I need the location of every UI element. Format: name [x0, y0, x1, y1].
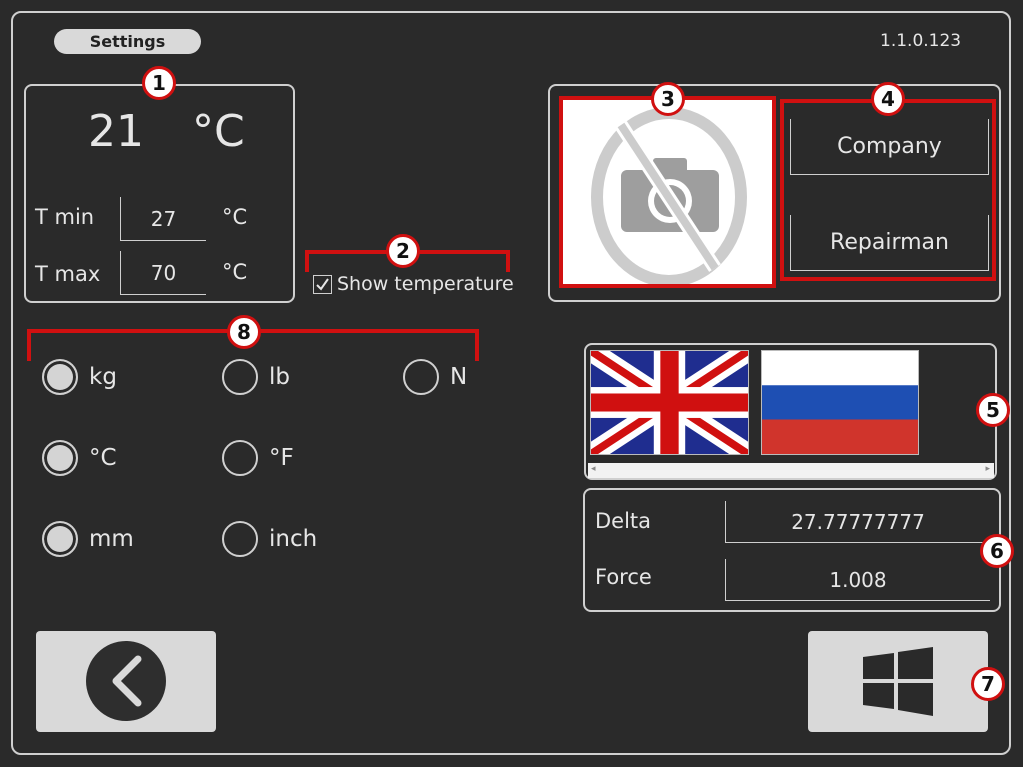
profile-photo[interactable] [559, 96, 776, 288]
tmin-label: T min [35, 205, 95, 229]
flag-russian[interactable] [761, 350, 919, 455]
radio-inch[interactable] [222, 521, 258, 557]
radio-fahrenheit-label: °F [269, 445, 294, 471]
radio-inch-label: inch [269, 526, 318, 552]
delta-value: 27.77777777 [791, 509, 925, 534]
show-temperature-label[interactable]: Show temperature [337, 273, 514, 295]
no-camera-icon [591, 107, 747, 287]
company-button[interactable]: Company [790, 119, 989, 175]
badge-6: 6 [980, 534, 1014, 568]
delta-input[interactable]: 27.77777777 [725, 501, 990, 543]
tmin-value: 27 [150, 206, 177, 231]
uk-flag-icon [591, 351, 748, 454]
badge-8: 8 [227, 315, 261, 349]
badge-2: 2 [386, 234, 420, 268]
force-label: Force [595, 565, 652, 589]
badge-4: 4 [871, 82, 905, 116]
windows-button[interactable] [808, 631, 988, 732]
radio-mm[interactable] [42, 521, 78, 557]
tab-settings[interactable]: Settings [54, 29, 201, 54]
badge-7: 7 [971, 667, 1005, 701]
checkmark-icon [316, 278, 329, 291]
force-value: 1.008 [829, 567, 887, 592]
tmax-label: T max [35, 262, 101, 286]
radio-fahrenheit[interactable] [222, 440, 258, 476]
radio-celsius[interactable] [42, 440, 78, 476]
company-label: Company [837, 134, 942, 159]
tmin-input[interactable]: 27 [120, 197, 206, 241]
ru-flag-icon [762, 351, 918, 454]
show-temperature-checkbox[interactable] [313, 275, 332, 294]
radio-n-label: N [450, 364, 468, 390]
back-arrow-icon [86, 641, 166, 721]
tab-settings-label: Settings [89, 32, 166, 51]
language-scrollbar[interactable]: ◂ ▸ [588, 463, 994, 478]
tmax-input[interactable]: 70 [120, 251, 206, 295]
back-button[interactable] [36, 631, 216, 732]
tmax-value: 70 [150, 260, 177, 285]
scroll-left-icon[interactable]: ◂ [591, 464, 596, 474]
flag-english[interactable] [590, 350, 749, 455]
radio-kg-label: kg [89, 364, 117, 390]
radio-n[interactable] [403, 359, 439, 395]
badge-3: 3 [651, 82, 685, 116]
badge-5: 5 [976, 393, 1010, 427]
force-input[interactable]: 1.008 [725, 559, 990, 601]
repairman-label: Repairman [830, 230, 949, 255]
tmax-unit: °C [222, 260, 248, 284]
delta-label: Delta [595, 509, 652, 533]
current-temperature: 21 [88, 106, 144, 157]
current-temperature-unit: °C [192, 106, 245, 157]
radio-lb[interactable] [222, 359, 258, 395]
repairman-button[interactable]: Repairman [790, 215, 989, 271]
radio-celsius-label: °C [89, 445, 117, 471]
radio-mm-label: mm [89, 526, 134, 552]
radio-kg[interactable] [42, 359, 78, 395]
tmin-unit: °C [222, 205, 248, 229]
windows-logo-icon [863, 647, 933, 716]
radio-lb-label: lb [269, 364, 290, 390]
badge-1: 1 [142, 66, 176, 100]
scroll-right-icon[interactable]: ▸ [985, 464, 990, 474]
version-label: 1.1.0.123 [880, 31, 962, 51]
